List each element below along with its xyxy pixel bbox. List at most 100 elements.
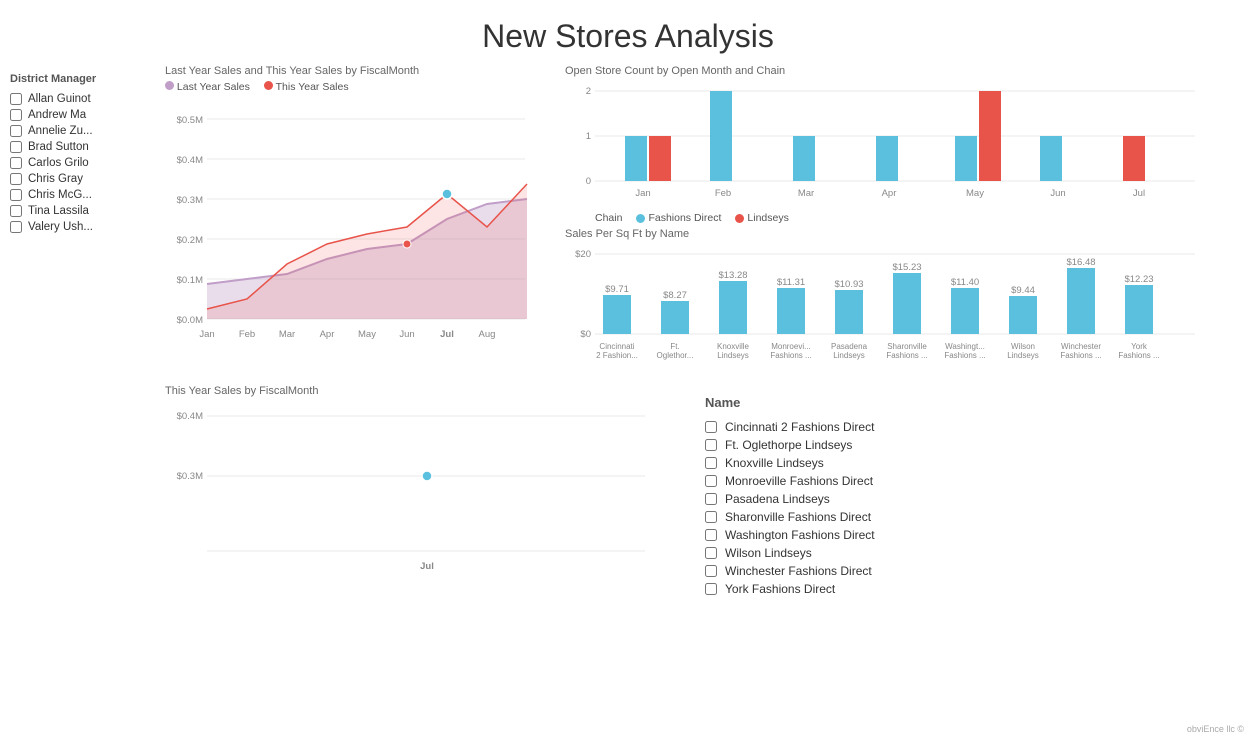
sidebar-item-label: Chris Gray <box>28 173 83 185</box>
sidebar-checkbox[interactable] <box>10 125 22 137</box>
svg-text:Lindseys: Lindseys <box>1007 351 1039 360</box>
sidebar-item[interactable]: Carlos Grilo <box>10 155 145 171</box>
svg-text:Jun: Jun <box>1050 188 1065 199</box>
name-legend-item[interactable]: York Fashions Direct <box>705 580 1226 598</box>
last-year-legend: Last Year Sales <box>165 81 250 93</box>
svg-text:Mar: Mar <box>279 329 295 340</box>
sidebar-checkbox[interactable] <box>10 189 22 201</box>
line-chart-box: Last Year Sales and This Year Sales by F… <box>165 65 545 375</box>
sidebar-item[interactable]: Chris Gray <box>10 171 145 187</box>
svg-text:$10.93: $10.93 <box>834 279 863 290</box>
svg-text:Lindseys: Lindseys <box>833 351 865 360</box>
svg-text:Feb: Feb <box>239 329 255 340</box>
this-year-dot <box>264 81 273 90</box>
name-legend-label: Pasadena Lindseys <box>725 492 830 506</box>
name-legend-checkbox[interactable] <box>705 457 717 469</box>
name-legend-checkbox[interactable] <box>705 421 717 433</box>
svg-text:Wilson: Wilson <box>1011 342 1035 351</box>
name-legend-label: Sharonville Fashions Direct <box>725 510 871 524</box>
lindseys-dot <box>735 214 744 223</box>
svg-text:Fashions ...: Fashions ... <box>1118 351 1159 360</box>
line-chart-svg: $0.0M $0.1M $0.2M $0.3M $0.4M $0.5M <box>165 99 535 349</box>
sidebar-item[interactable]: Valery Ush... <box>10 219 145 235</box>
fashions-label: Fashions Direct <box>648 212 721 224</box>
lindseys-label: Lindseys <box>747 212 788 224</box>
name-legend-checkbox[interactable] <box>705 583 717 595</box>
name-legend-item[interactable]: Washington Fashions Direct <box>705 526 1226 544</box>
name-legend-item[interactable]: Winchester Fashions Direct <box>705 562 1226 580</box>
sidebar-item[interactable]: Annelie Zu... <box>10 123 145 139</box>
svg-text:Fashions ...: Fashions ... <box>1060 351 1101 360</box>
svg-text:$0.0M: $0.0M <box>177 315 203 326</box>
name-legend-checkbox[interactable] <box>705 511 717 523</box>
name-legend-label: Washington Fashions Direct <box>725 528 875 542</box>
name-legend-checkbox[interactable] <box>705 475 717 487</box>
sidebar-item-label: Andrew Ma <box>28 109 86 121</box>
sidebar-item-label: Carlos Grilo <box>28 157 89 169</box>
svg-text:Fashions ...: Fashions ... <box>886 351 927 360</box>
name-legend-item[interactable]: Cincinnati 2 Fashions Direct <box>705 418 1226 436</box>
sidebar-item[interactable]: Andrew Ma <box>10 107 145 123</box>
chain-label: Chain <box>595 212 622 224</box>
svg-text:Jan: Jan <box>199 329 214 340</box>
svg-text:Jul: Jul <box>1133 188 1145 199</box>
name-legend-checkbox[interactable] <box>705 493 717 505</box>
sidebar-item[interactable]: Chris McG... <box>10 187 145 203</box>
name-legend-label: Knoxville Lindseys <box>725 456 824 470</box>
sidebar-item-label: Valery Ush... <box>28 221 93 233</box>
svg-text:$0.4M: $0.4M <box>177 155 203 166</box>
svg-text:Ft.: Ft. <box>670 342 679 351</box>
svg-text:$0.2M: $0.2M <box>177 235 203 246</box>
sidebar-item[interactable]: Brad Sutton <box>10 139 145 155</box>
name-legend-item[interactable]: Pasadena Lindseys <box>705 490 1226 508</box>
sidebar-checkbox[interactable] <box>10 173 22 185</box>
svg-text:Knoxville: Knoxville <box>717 342 750 351</box>
svg-text:York: York <box>1131 342 1148 351</box>
svg-text:Oglethor...: Oglethor... <box>657 351 694 360</box>
svg-text:$0.5M: $0.5M <box>177 115 203 126</box>
name-legend-item[interactable]: Knoxville Lindseys <box>705 454 1226 472</box>
svg-text:Winchester: Winchester <box>1061 342 1101 351</box>
svg-text:May: May <box>358 329 376 340</box>
name-legend-item[interactable]: Wilson Lindseys <box>705 544 1226 562</box>
svg-text:Fashions ...: Fashions ... <box>944 351 985 360</box>
svg-text:0: 0 <box>586 176 591 187</box>
name-legend-checkbox[interactable] <box>705 439 717 451</box>
name-legend-checkbox[interactable] <box>705 529 717 541</box>
svg-text:$20: $20 <box>575 249 591 260</box>
sidebar-title: District Manager <box>10 73 145 85</box>
sidebar-item[interactable]: Allan Guinot <box>10 91 145 107</box>
svg-text:May: May <box>966 188 984 199</box>
last-year-label: Last Year Sales <box>177 81 250 93</box>
svg-text:Apr: Apr <box>320 329 335 340</box>
open-store-chart-box: Open Store Count by Open Month and Chain… <box>565 65 1246 220</box>
name-legend-item[interactable]: Ft. Oglethorpe Lindseys <box>705 436 1226 454</box>
name-legend-item[interactable]: Sharonville Fashions Direct <box>705 508 1226 526</box>
sidebar-checkbox[interactable] <box>10 141 22 153</box>
sidebar-checkbox[interactable] <box>10 93 22 105</box>
this-year-chart-box: This Year Sales by FiscalMonth $0.4M $0.… <box>165 385 665 738</box>
sidebar-item-label: Brad Sutton <box>28 141 89 153</box>
sidebar-item-label: Annelie Zu... <box>28 125 93 137</box>
open-store-svg: 2 1 0 <box>565 81 1205 211</box>
svg-text:$9.44: $9.44 <box>1011 285 1035 296</box>
svg-text:Cincinnati: Cincinnati <box>599 342 634 351</box>
svg-text:Apr: Apr <box>882 188 897 199</box>
sidebar-item[interactable]: Tina Lassila <box>10 203 145 219</box>
sales-sqft-chart-box: Sales Per Sq Ft by Name $20 $0 $9.71 <box>565 228 1246 375</box>
name-legend-item[interactable]: Monroeville Fashions Direct <box>705 472 1226 490</box>
last-year-dot <box>165 81 174 90</box>
name-legend-checkbox[interactable] <box>705 565 717 577</box>
sales-sqft-title: Sales Per Sq Ft by Name <box>565 228 1246 240</box>
line-chart-title: Last Year Sales and This Year Sales by F… <box>165 65 545 77</box>
this-year-title: This Year Sales by FiscalMonth <box>165 385 665 397</box>
sidebar-checkbox[interactable] <box>10 205 22 217</box>
sidebar-checkbox[interactable] <box>10 221 22 233</box>
name-legend-checkbox[interactable] <box>705 547 717 559</box>
sidebar-checkbox[interactable] <box>10 109 22 121</box>
name-legend-label: Monroeville Fashions Direct <box>725 474 873 488</box>
sidebar-checkbox[interactable] <box>10 157 22 169</box>
chain-legend: Chain Fashions Direct Lindseys <box>595 212 1246 224</box>
page-title: New Stores Analysis <box>0 0 1256 65</box>
lindseys-legend: Lindseys <box>735 212 788 224</box>
